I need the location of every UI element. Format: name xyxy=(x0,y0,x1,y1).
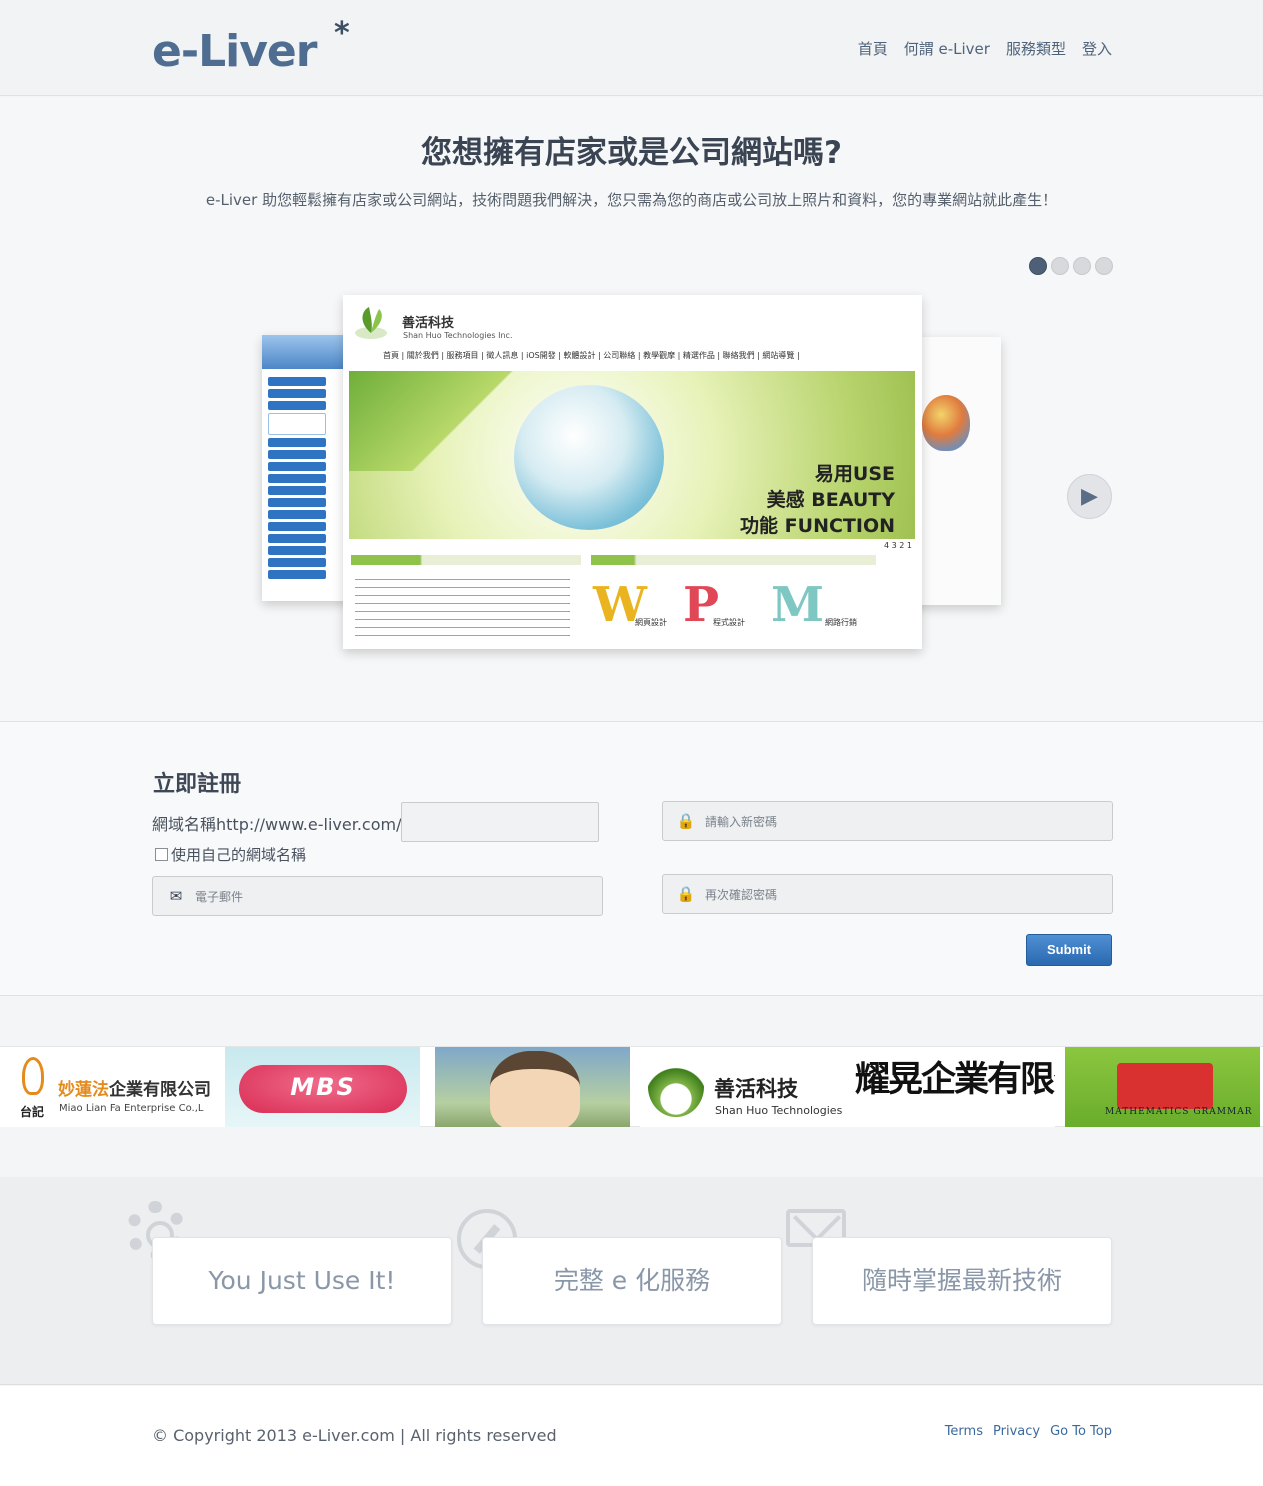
client-logos: 妙蓮法企業有限公司 台記 Miao Lian Fa Enterprise Co.… xyxy=(0,1046,1263,1127)
site-logo[interactable]: e-Liver * xyxy=(152,16,350,77)
client-name-en: Miao Lian Fa Enterprise Co.,L xyxy=(59,1103,204,1114)
tag-use: 易用USE xyxy=(814,463,895,485)
w-label: 網頁設計 xyxy=(635,618,667,627)
footer-link-terms[interactable]: Terms xyxy=(945,1424,983,1439)
footer-link-top[interactable]: Go To Top xyxy=(1050,1424,1112,1439)
logo-text: e-Liver xyxy=(152,26,317,77)
globe-image xyxy=(514,385,664,530)
slider-next-button[interactable]: ▶ xyxy=(1067,474,1112,519)
preview-banner-image: 易用USE 美感 BEAUTY 功能 FUNCTION xyxy=(349,371,915,539)
email-field[interactable]: ✉ 電子郵件 xyxy=(152,876,603,916)
main-nav: 首頁 何謂 e-Liver 服務類型 登入 xyxy=(858,38,1112,59)
client-logo-shanhuo[interactable]: 善活科技 Shan Huo Technologies Inc xyxy=(640,1047,845,1127)
client-name: 耀晃企業有限公司 xyxy=(855,1060,1055,1100)
character-image xyxy=(490,1051,580,1127)
balloon-image xyxy=(922,395,970,451)
client-logo-miaolianfa[interactable]: 妙蓮法企業有限公司 台記 Miao Lian Fa Enterprise Co.… xyxy=(0,1047,225,1127)
envelope-icon: ✉ xyxy=(169,887,183,905)
feature-card-use: You Just Use It! xyxy=(152,1237,452,1325)
client-logo-yaohuang[interactable]: 耀晃企業有限公司 xyxy=(845,1047,1055,1127)
confirm-placeholder: 再次確認密碼 xyxy=(705,887,778,902)
client-name: MBS xyxy=(290,1073,356,1101)
slider-dot-1[interactable] xyxy=(1029,257,1047,275)
register-title: 立即註冊 xyxy=(153,772,242,797)
confirm-password-field[interactable]: 🔒 再次確認密碼 xyxy=(662,874,1113,914)
preview-company: 善活科技 xyxy=(402,316,455,331)
hero-title: 您想擁有店家或是公司網站嗎? xyxy=(421,135,842,171)
own-domain-label: 使用自己的網域名稱 xyxy=(171,846,307,864)
preview-pager: 4 3 2 1 xyxy=(884,541,912,550)
own-domain-checkbox[interactable] xyxy=(155,848,168,861)
preview-company-en: Shan Huo Technologies Inc. xyxy=(403,331,513,340)
domain-label: 網域名稱http://www.e-liver.com/ xyxy=(152,815,402,834)
tag-function: 功能 FUNCTION xyxy=(740,515,895,537)
slider-dots xyxy=(1029,257,1113,275)
preview-nav: 首頁 | 關於我們 | 服務項目 | 徵人訊息 | iOS開發 | 軟體設計 |… xyxy=(383,351,800,360)
client-logo-anime[interactable] xyxy=(435,1047,630,1127)
preview-header: 善活科技 Shan Huo Technologies Inc. 首頁 | 關於我… xyxy=(343,295,922,373)
password-field[interactable]: 🔒 請輸入新密碼 xyxy=(662,801,1113,841)
own-domain-option[interactable]: 使用自己的網域名稱 xyxy=(155,844,306,865)
client-name-en: Shan Huo Technologies Inc xyxy=(715,1104,845,1117)
logo-star: * xyxy=(334,16,350,51)
client-logo-math[interactable]: MATHEMATICS GRAMMAR xyxy=(1065,1047,1260,1127)
preview-section-bar xyxy=(591,555,876,565)
slider-dot-4[interactable] xyxy=(1095,257,1113,275)
leaf-logo-icon xyxy=(648,1057,704,1117)
copyright: © Copyright 2013 e-Liver.com | All right… xyxy=(152,1426,557,1445)
feature-card-service: 完整 e 化服務 xyxy=(482,1237,782,1325)
nav-home[interactable]: 首頁 xyxy=(858,38,888,59)
password-placeholder: 請輸入新密碼 xyxy=(705,814,778,829)
client-name: 妙蓮法企業有限公司 xyxy=(58,1080,211,1100)
lock-icon: 🔒 xyxy=(676,812,696,830)
nav-about[interactable]: 何謂 e-Liver xyxy=(904,38,990,59)
slider-dot-2[interactable] xyxy=(1051,257,1069,275)
math-logo-shape xyxy=(1117,1063,1213,1109)
nav-services[interactable]: 服務類型 xyxy=(1006,38,1066,59)
chevron-right-icon: ▶ xyxy=(1081,484,1098,509)
site-header: e-Liver * 首頁 何謂 e-Liver 服務類型 登入 xyxy=(0,0,1263,96)
client-tag: 台記 xyxy=(20,1105,45,1119)
m-label: 網路行銷 xyxy=(825,618,857,627)
leaf-logo-icon xyxy=(355,307,387,339)
feature-card-tech: 隨時掌握最新技術 xyxy=(812,1237,1112,1325)
hero-section: 您想擁有店家或是公司網站嗎? e-Liver 助您輕鬆擁有店家或公司網站，技術問… xyxy=(0,97,1263,721)
footer-links: Terms Privacy Go To Top xyxy=(945,1424,1112,1439)
slide-preview-main[interactable]: 善活科技 Shan Huo Technologies Inc. 首頁 | 關於我… xyxy=(343,295,922,649)
client-name: MATHEMATICS GRAMMAR xyxy=(1105,1107,1253,1117)
preview-menu xyxy=(268,377,326,582)
leaf-curl xyxy=(349,371,519,471)
slider-dot-3[interactable] xyxy=(1073,257,1091,275)
tag-beauty: 美感 BEAUTY xyxy=(766,489,895,511)
hero-subtitle: e-Liver 助您輕鬆擁有店家或公司網站，技術問題我們解決，您只需為您的商店或… xyxy=(205,191,1058,209)
client-logo-mbs[interactable]: MBS xyxy=(225,1047,420,1127)
nav-login[interactable]: 登入 xyxy=(1082,38,1112,59)
lock-icon: 🔒 xyxy=(676,885,696,903)
p-label: 程式設計 xyxy=(713,618,745,627)
client-name: 善活科技 xyxy=(714,1077,798,1101)
swirl-icon xyxy=(22,1057,44,1095)
letter-m: M xyxy=(771,577,825,633)
domain-input[interactable] xyxy=(401,802,599,842)
email-placeholder: 電子郵件 xyxy=(195,889,244,904)
submit-button[interactable]: Submit xyxy=(1026,934,1112,966)
preview-section-bar xyxy=(351,555,581,565)
preview-paragraph xyxy=(355,579,570,643)
site-footer: © Copyright 2013 e-Liver.com | All right… xyxy=(0,1386,1263,1486)
footer-link-privacy[interactable]: Privacy xyxy=(993,1424,1040,1439)
features-section: You Just Use It! 完整 e 化服務 隨時掌握最新技術 xyxy=(0,1177,1263,1385)
